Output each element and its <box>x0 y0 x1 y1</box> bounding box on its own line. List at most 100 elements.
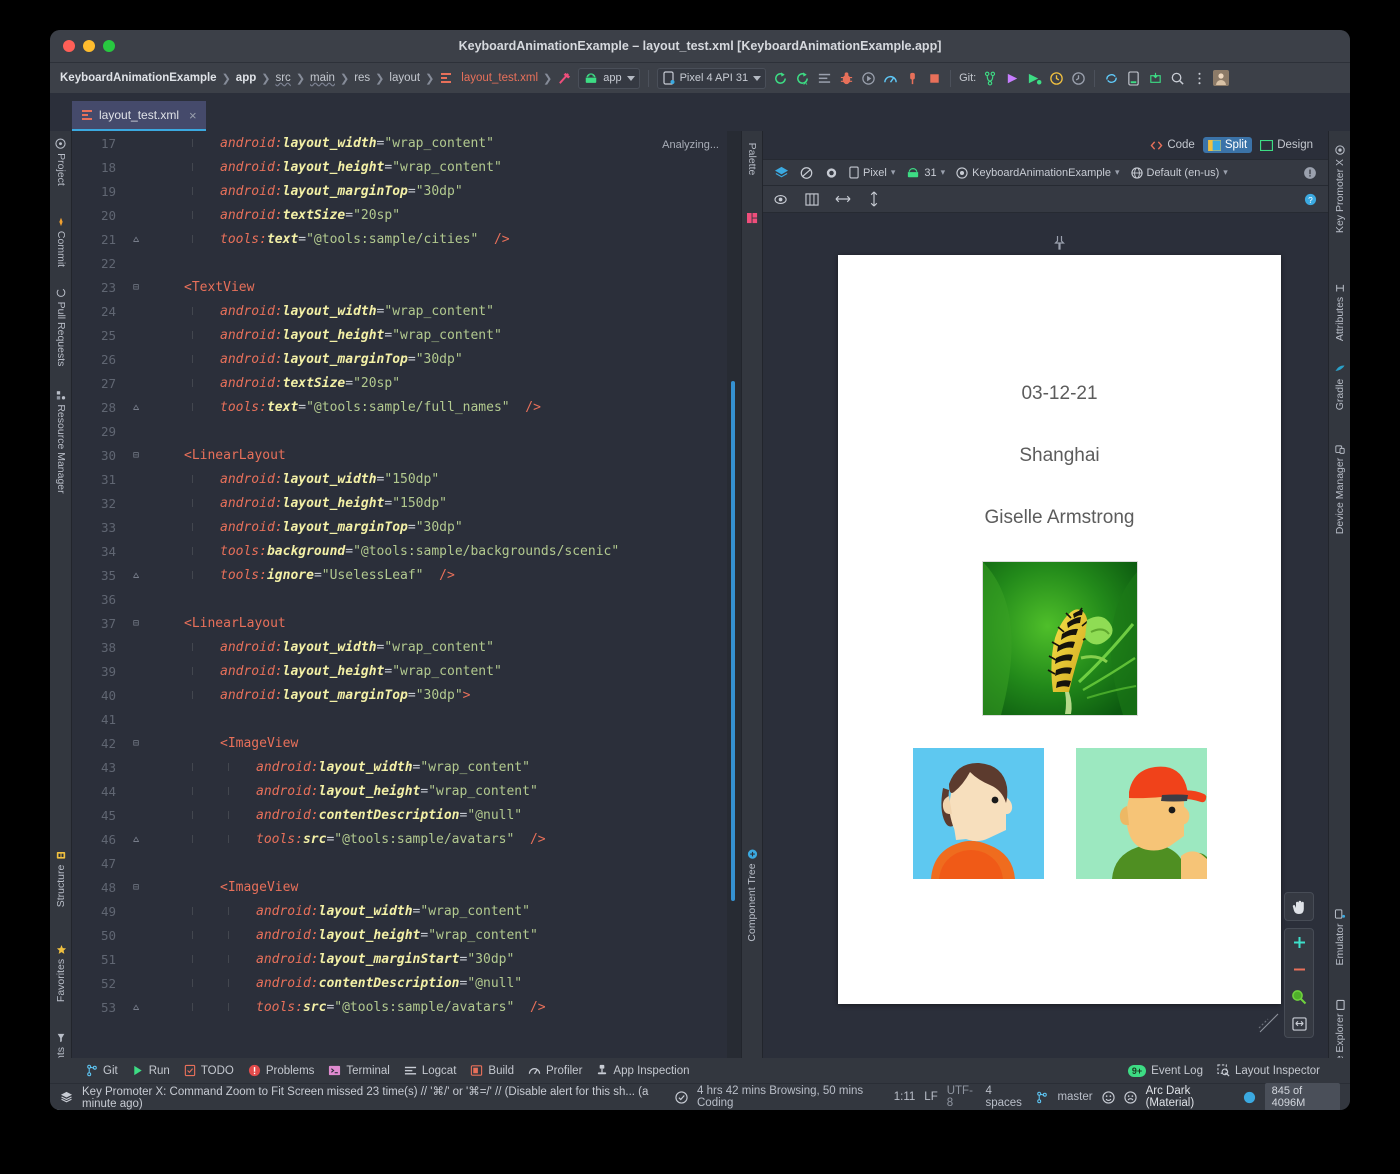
editor-scrollbar[interactable] <box>731 381 735 901</box>
status-message[interactable]: Key Promoter X: Command Zoom to Fit Scre… <box>82 1084 657 1110</box>
zoom-in-button[interactable] <box>1285 929 1313 956</box>
profiler-icon[interactable] <box>879 67 901 89</box>
horizontal-resize-icon[interactable] <box>832 188 854 210</box>
pan-tool-box[interactable] <box>1284 892 1314 921</box>
run-with-coverage-icon[interactable] <box>857 67 879 89</box>
sidebar-item-key-promoter-x[interactable]: Key Promoter X <box>1334 145 1346 233</box>
code-line[interactable]: 46 ⩟ tools:src="@tools:sample/avatars" /> <box>72 827 741 851</box>
fold-marker-icon[interactable]: ⩟ <box>124 402 148 413</box>
sidebar-item-structure[interactable]: Structure <box>55 851 67 907</box>
footer-tool-logcat[interactable]: Logcat <box>404 1064 456 1077</box>
fold-marker-icon[interactable]: ⩟ <box>124 570 148 581</box>
code-editor[interactable]: 17 android:layout_width="wrap_content" 18 a… <box>72 131 741 1058</box>
indent-setting[interactable]: 4 spaces <box>985 1085 1027 1109</box>
device-preview-frame[interactable]: 03-12-21 Shanghai Giselle Armstrong <box>838 236 1281 1004</box>
apply-changes-icon[interactable] <box>769 67 791 89</box>
editor-lines[interactable]: 17 android:layout_width="wrap_content" 18 a… <box>72 131 741 1058</box>
window-controls[interactable] <box>50 40 115 52</box>
caret-position[interactable]: 1:11 <box>894 1091 916 1103</box>
theme-chip[interactable]: KeyboardAnimationExample ▾ <box>952 167 1123 179</box>
happy-face-icon[interactable] <box>1101 1090 1115 1104</box>
code-line[interactable]: 23 ⊟ <TextView <box>72 275 741 299</box>
breadcrumb-main[interactable]: main <box>306 72 339 84</box>
code-line[interactable]: 43 android:layout_width="wrap_content" <box>72 755 741 779</box>
device-chip[interactable]: Pixel ▾ <box>845 166 899 179</box>
code-line[interactable]: 37 ⊟ <LinearLayout <box>72 611 741 635</box>
fold-marker-icon[interactable]: ⩟ <box>124 234 148 245</box>
code-line[interactable]: 41 <box>72 707 741 731</box>
code-line[interactable]: 24 android:layout_width="wrap_content" <box>72 299 741 323</box>
chevron-down-icon[interactable]: ▾ <box>1115 167 1120 178</box>
code-line[interactable]: 45 android:contentDescription="@null" <box>72 803 741 827</box>
sync-gradle-icon[interactable] <box>1100 67 1122 89</box>
zoom-actual-size-button[interactable] <box>1285 983 1313 1010</box>
footer-tool-terminal[interactable]: Terminal <box>328 1064 390 1077</box>
build-hammer-icon[interactable] <box>553 67 575 89</box>
layout-inspector-button[interactable]: Layout Inspector <box>1217 1064 1320 1077</box>
fold-marker-icon[interactable]: ⩟ <box>124 834 148 845</box>
footer-tool-build[interactable]: Build <box>470 1064 514 1077</box>
api-chip[interactable]: 31 ▾ <box>902 167 949 179</box>
theme-color-dot[interactable] <box>1243 1091 1256 1104</box>
warning-icon[interactable] <box>1299 162 1321 184</box>
design-canvas[interactable]: 03-12-21 Shanghai Giselle Armstrong <box>763 213 1328 1058</box>
code-line[interactable]: 27 android:textSize="20sp" <box>72 371 741 395</box>
sidebar-item-resource-manager[interactable]: Resource Manager <box>55 390 67 494</box>
fold-marker-icon[interactable]: ⊟ <box>124 282 148 293</box>
footer-tool-run[interactable]: Run <box>132 1064 170 1077</box>
more-options-icon[interactable] <box>1188 67 1210 89</box>
event-log-button[interactable]: 9+ Event Log <box>1127 1064 1203 1077</box>
minimize-window-button[interactable] <box>83 40 95 52</box>
avd-manager-icon[interactable] <box>1122 67 1144 89</box>
canvas-resize-grip[interactable] <box>1258 1012 1280 1034</box>
code-line[interactable]: 18 android:layout_height="wrap_content" <box>72 155 741 179</box>
code-line[interactable]: 34 tools:background="@tools:sample/backgr… <box>72 539 741 563</box>
sidebar-item-project[interactable]: Project <box>55 138 67 186</box>
rollback-icon[interactable] <box>1045 67 1067 89</box>
chevron-down-icon[interactable]: ▾ <box>891 167 896 178</box>
fold-marker-icon[interactable]: ⊟ <box>124 738 148 749</box>
footer-tool-todo[interactable]: TODO <box>184 1064 234 1077</box>
wakatime-status[interactable]: 4 hrs 42 mins Browsing, 50 mins Coding <box>697 1085 885 1109</box>
code-line[interactable]: 39 android:layout_height="wrap_content" <box>72 659 741 683</box>
code-line[interactable]: 20 android:textSize="20sp" <box>72 203 741 227</box>
palette-button[interactable]: Palette <box>746 143 758 176</box>
code-line[interactable]: 25 android:layout_height="wrap_content" <box>72 323 741 347</box>
close-window-button[interactable] <box>63 40 75 52</box>
layers-icon[interactable] <box>770 162 792 184</box>
git-push-icon[interactable] <box>1001 67 1023 89</box>
fold-marker-icon[interactable]: ⊟ <box>124 450 148 461</box>
avatar[interactable] <box>1210 67 1232 89</box>
debug-icon[interactable] <box>835 67 857 89</box>
maximize-window-button[interactable] <box>103 40 115 52</box>
run-configuration-selector[interactable]: app <box>578 67 640 89</box>
history-icon[interactable] <box>1067 67 1089 89</box>
footer-tool-profiler[interactable]: Profiler <box>528 1064 582 1077</box>
theme-name[interactable]: Arc Dark (Material) <box>1146 1085 1234 1109</box>
close-icon[interactable]: × <box>189 108 197 123</box>
memory-indicator[interactable]: 845 of 4096M <box>1264 1083 1340 1110</box>
sad-face-icon[interactable] <box>1123 1090 1137 1104</box>
git-update-icon[interactable] <box>1023 67 1045 89</box>
chevron-down-icon[interactable] <box>753 75 762 81</box>
fold-marker-icon[interactable]: ⩟ <box>124 1002 148 1013</box>
code-line[interactable]: 53 ⩟ tools:src="@tools:sample/avatars" /> <box>72 995 741 1019</box>
breadcrumb-res[interactable]: res <box>350 72 374 84</box>
mode-code[interactable]: Code <box>1145 137 1200 153</box>
breadcrumb-project[interactable]: KeyboardAnimationExample <box>56 72 221 84</box>
git-branch-label[interactable]: master <box>1057 1091 1092 1103</box>
code-line[interactable]: 50 android:layout_height="wrap_content" <box>72 923 741 947</box>
sidebar-item-pull-requests[interactable]: Pull Requests <box>55 288 67 366</box>
code-line[interactable]: 49 android:layout_width="wrap_content" <box>72 899 741 923</box>
code-line[interactable]: 48 ⊟ <ImageView <box>72 875 741 899</box>
code-line[interactable]: 28 ⩟ tools:text="@tools:sample/full_names"… <box>72 395 741 419</box>
code-line[interactable]: 31 android:layout_width="150dp" <box>72 467 741 491</box>
apply-code-changes-icon[interactable]: A <box>791 67 813 89</box>
sidebar-item-attributes[interactable]: Attributes <box>1334 283 1346 341</box>
blueprint-icon[interactable] <box>795 162 817 184</box>
fold-marker-icon[interactable]: ⊟ <box>124 882 148 893</box>
breadcrumb-layout[interactable]: layout <box>385 72 424 84</box>
sidebar-item-commit[interactable]: Commit <box>55 217 67 267</box>
footer-tool-git[interactable]: Git <box>86 1064 118 1077</box>
sidebar-item-emulator[interactable]: Emulator <box>1334 908 1346 966</box>
